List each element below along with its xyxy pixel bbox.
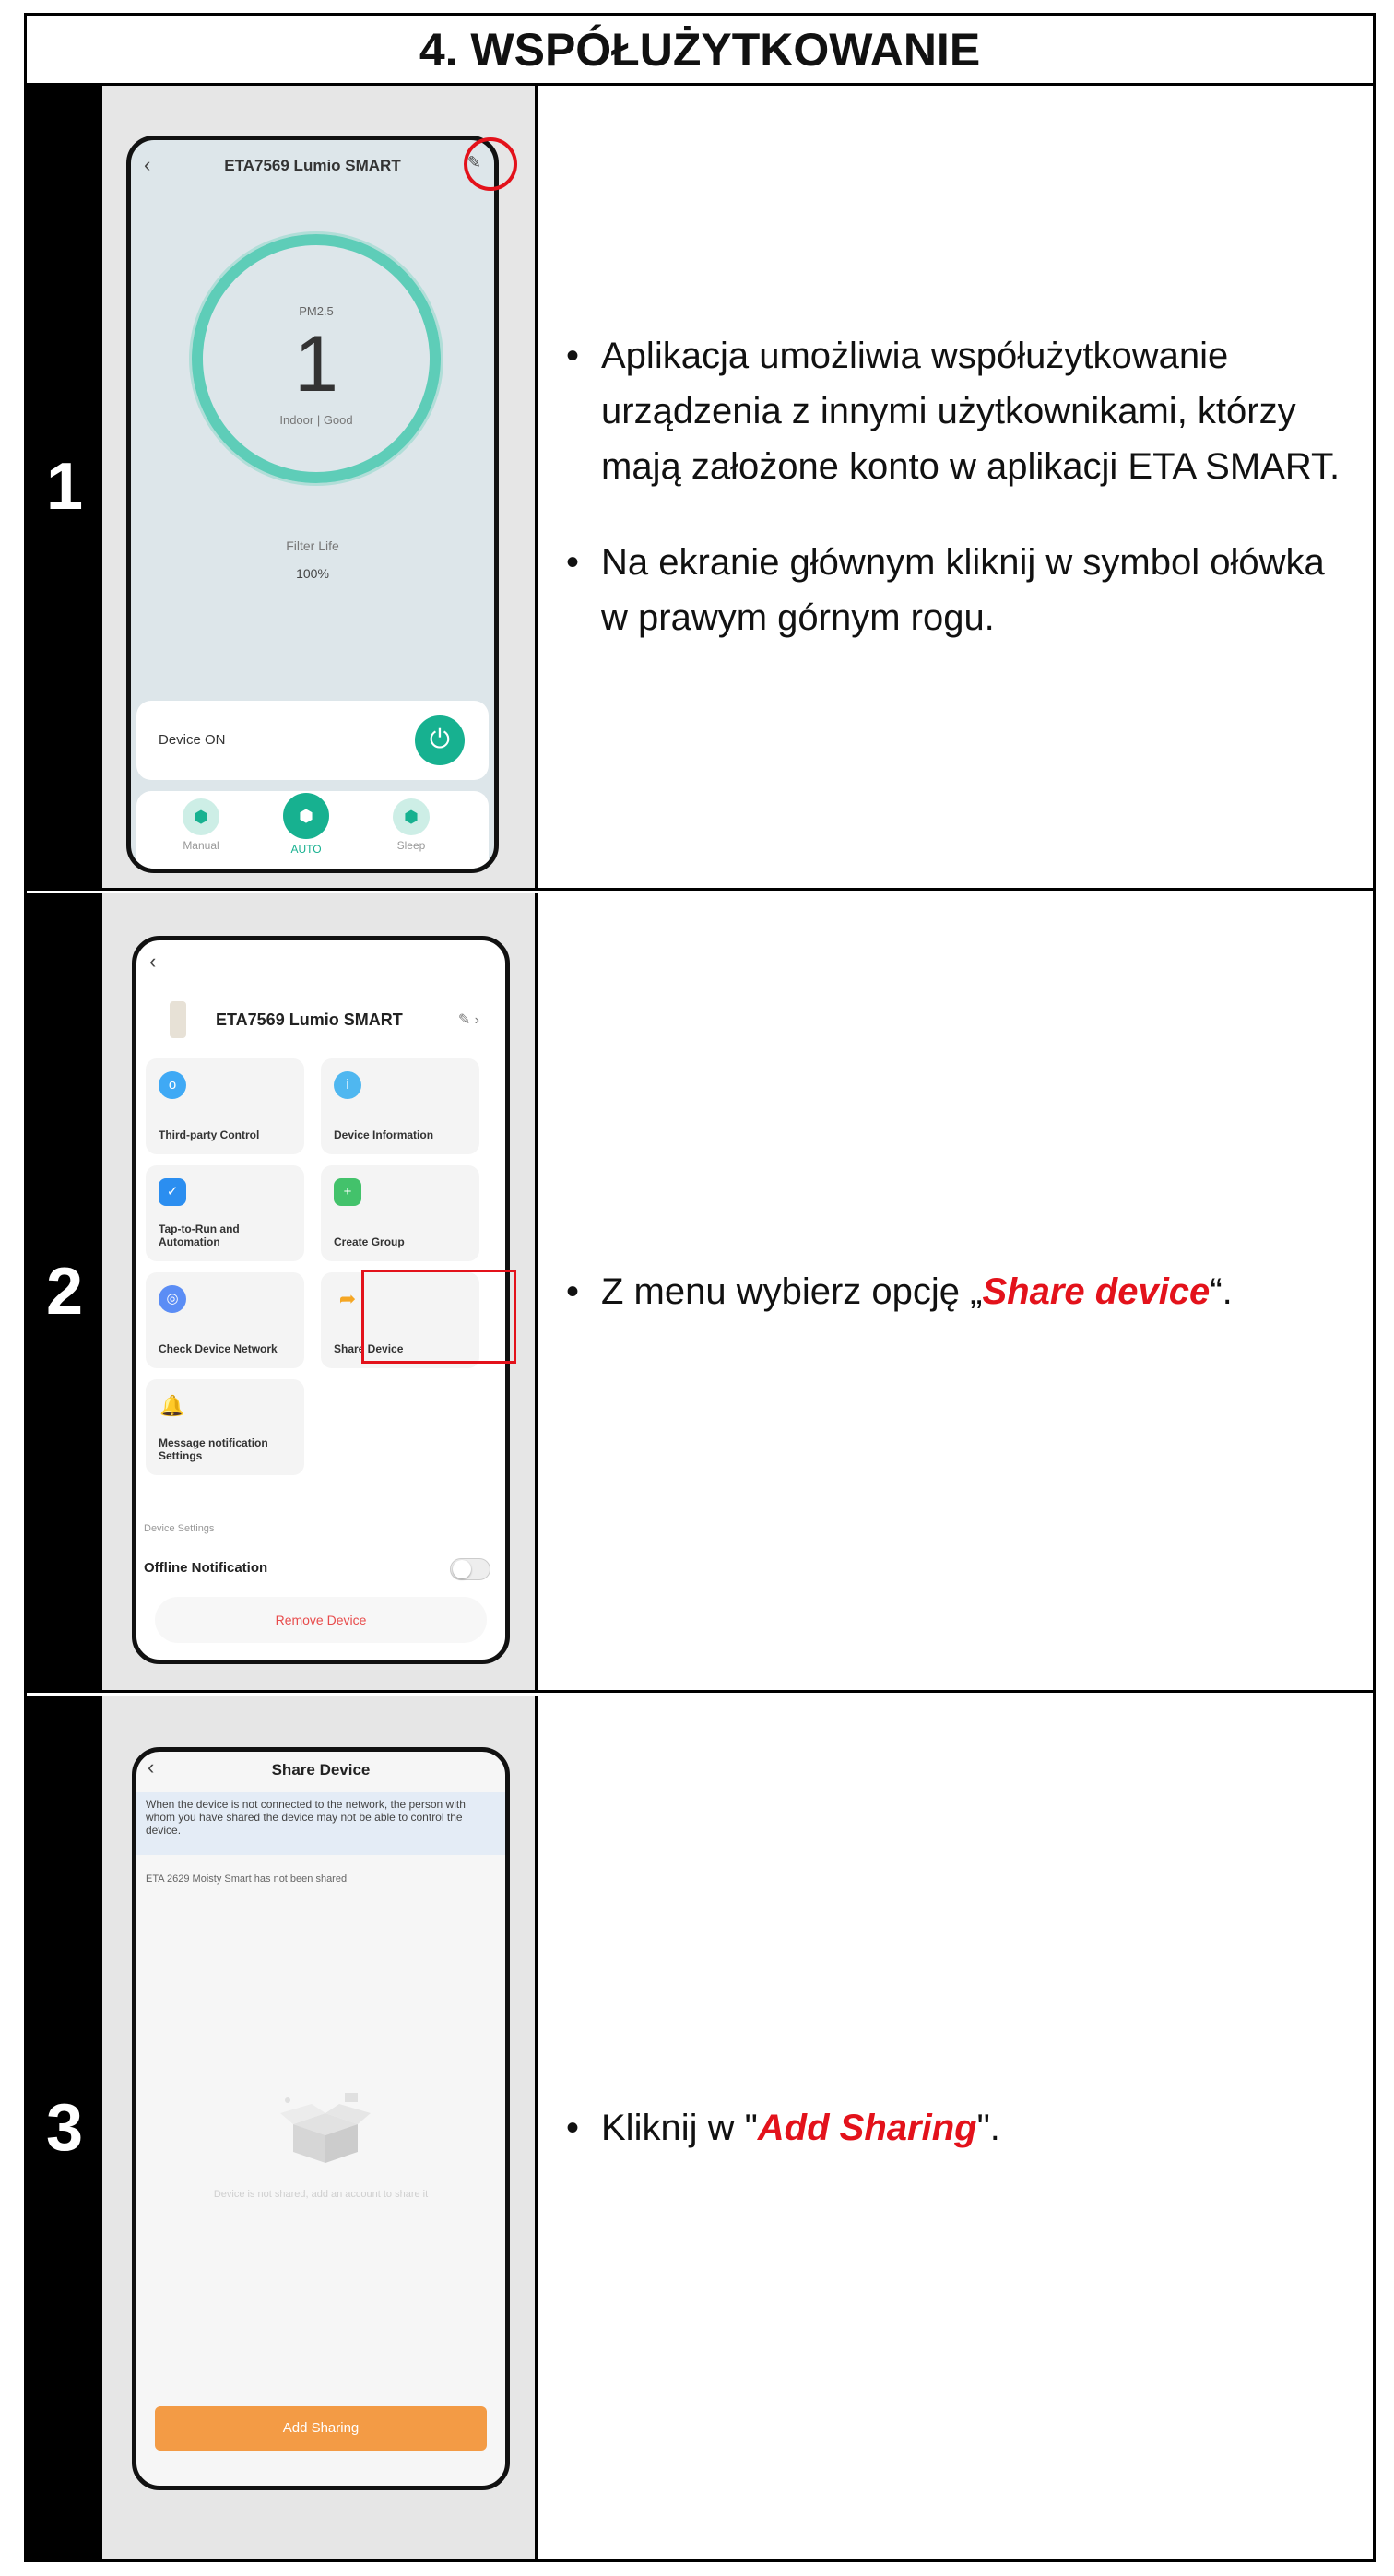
step-number-cell: 2	[27, 893, 102, 1690]
bullet-text: Na ekranie głównym kliknij w symbol ołów…	[601, 542, 1325, 638]
bullet-prefix: Z menu wybierz opcję „	[601, 1271, 983, 1312]
tile-label: Tap-to-Run and Automation	[159, 1223, 240, 1248]
instruction-sheet: 4. WSPÓŁUŻYTKOWANIE 1 ‹ ETA7569 Lumio SM…	[24, 13, 1376, 2562]
device-name: ETA7569 Lumio SMART	[216, 1010, 403, 1029]
tile-third-party-control[interactable]: o Third-party Control	[146, 1058, 304, 1154]
bullet-suffix: ".	[976, 2107, 1000, 2148]
step-text-cell: • Kliknij w "Add Sharing".	[540, 1696, 1373, 2559]
tile-message-notification[interactable]: 🔔 Message notification Settings	[146, 1379, 304, 1475]
hexagon-icon: ⬢	[283, 793, 329, 839]
phone-screen-share: ‹ Share Device When the device is not co…	[132, 1747, 510, 2490]
empty-box-icon	[280, 2093, 371, 2163]
add-sharing-button[interactable]: Add Sharing	[155, 2406, 487, 2451]
bullet-text: Z menu wybierz opcję „Share device“.	[601, 1264, 1233, 1319]
device-thumbnail	[170, 1001, 186, 1038]
bullet-emphasis: Add Sharing	[757, 2107, 977, 2148]
not-shared-text: ETA 2629 Moisty Smart has not been share…	[146, 1873, 348, 1885]
tile-device-information[interactable]: i Device Information	[321, 1058, 479, 1154]
filter-life-label: Filter Life	[286, 538, 339, 553]
mode-sleep[interactable]: ⬢ Sleep	[374, 798, 448, 852]
air-quality-gauge: PM2.5 1 Indoor | Good	[192, 234, 441, 483]
network-icon: ◎	[159, 1285, 186, 1313]
tile-label: Message notification Settings	[159, 1436, 268, 1462]
tile-label: Check Device Network	[159, 1342, 278, 1355]
page-title: 4. WSPÓŁUŻYTKOWANIE	[27, 16, 1373, 86]
highlight-circle	[464, 137, 517, 191]
info-icon: i	[334, 1071, 361, 1099]
bullet-item: • Kliknij w "Add Sharing".	[562, 2100, 1345, 2156]
tile-label: Device Information	[334, 1128, 434, 1141]
filter-life-value: 100%	[296, 566, 329, 581]
highlight-box	[361, 1270, 516, 1364]
tile-tap-to-run[interactable]: ✓ Tap-to-Run and Automation	[146, 1165, 304, 1261]
assistant-icon: o	[159, 1071, 186, 1099]
bullet-dot: •	[566, 542, 580, 583]
step-row-1: 1 ‹ ETA7569 Lumio SMART ✎ PM2.5 1 Indoor…	[27, 86, 1373, 891]
step-number: 2	[45, 1255, 84, 1329]
bullet-emphasis: Share device	[982, 1271, 1211, 1312]
step-row-2: 2 ‹ ETA7569 Lumio SMART ✎ › o Third-part…	[27, 893, 1373, 1693]
step-number-cell: 3	[27, 1696, 102, 2559]
offline-notification-label: Offline Notification	[144, 1560, 268, 1576]
step-row-3: 3 ‹ Share Device When the device is not …	[27, 1696, 1373, 2559]
bullet-item: • Z menu wybierz opcję „Share device“.	[562, 1264, 1345, 1319]
group-add-icon: +	[334, 1178, 361, 1206]
mode-auto[interactable]: ⬢ AUTO	[269, 793, 343, 856]
screen-title: ETA7569 Lumio SMART	[224, 157, 401, 174]
bullet-suffix: “.	[1210, 1271, 1233, 1312]
offline-notification-toggle[interactable]	[450, 1558, 490, 1580]
tile-check-device-network[interactable]: ◎ Check Device Network	[146, 1272, 304, 1368]
tile-create-group[interactable]: + Create Group	[321, 1165, 479, 1261]
bullet-dot: •	[566, 1271, 580, 1312]
hexagon-icon: ⬢	[183, 798, 219, 835]
bullet-text: Kliknij w "Add Sharing".	[601, 2100, 1000, 2156]
mode-manual[interactable]: ⬢ Manual	[164, 798, 238, 852]
bullet-item: • Aplikacja umożliwia współużytkowanie u…	[562, 328, 1345, 494]
device-status-label: Device ON	[159, 732, 226, 748]
section-label: Device Settings	[144, 1523, 215, 1534]
step-screenshot-cell: ‹ Share Device When the device is not co…	[102, 1696, 538, 2559]
power-icon[interactable]: ⏻	[415, 715, 465, 765]
screen-title: Share Device	[271, 1761, 371, 1778]
bullet-prefix: Kliknij w "	[601, 2107, 758, 2148]
pm-label: PM2.5	[299, 304, 334, 318]
step-screenshot-cell: ‹ ETA7569 Lumio SMART ✎ PM2.5 1 Indoor |…	[102, 86, 538, 888]
step-text-cell: • Aplikacja umożliwia współużytkowanie u…	[540, 86, 1373, 888]
pm-value: 1	[294, 320, 338, 408]
bullet-text: Aplikacja umożliwia współużytkowanie urz…	[601, 336, 1341, 487]
remove-device-button[interactable]: Remove Device	[155, 1597, 487, 1643]
mode-bar: ⬢ Manual ⬢ AUTO ⬢ Sleep	[136, 791, 489, 869]
info-banner: When the device is not connected to the …	[136, 1792, 505, 1855]
mode-label: Sleep	[396, 839, 426, 852]
step-screenshot-cell: ‹ ETA7569 Lumio SMART ✎ › o Third-party …	[102, 893, 538, 1690]
pencil-icon[interactable]: ✎ ›	[458, 1010, 479, 1029]
bullet-dot: •	[566, 2107, 580, 2148]
step-number: 3	[45, 2090, 84, 2165]
step-number-cell: 1	[27, 86, 102, 888]
mode-label: AUTO	[290, 843, 322, 856]
bullet-dot: •	[566, 336, 580, 376]
tile-label: Third-party Control	[159, 1128, 260, 1141]
share-arrow-icon: ➦	[338, 1287, 357, 1310]
step-number: 1	[45, 450, 84, 524]
hexagon-icon: ⬢	[393, 798, 430, 835]
phone-screen-home: ‹ ETA7569 Lumio SMART ✎ PM2.5 1 Indoor |…	[126, 136, 499, 873]
back-arrow-icon[interactable]: ‹	[149, 950, 156, 974]
air-status: Indoor | Good	[279, 413, 353, 427]
power-card: Device ON ⏻	[136, 701, 489, 780]
bullet-item: • Na ekranie głównym kliknij w symbol oł…	[562, 535, 1345, 645]
mode-label: Manual	[183, 839, 219, 852]
bell-icon: 🔔	[159, 1394, 185, 1417]
shield-check-icon: ✓	[159, 1178, 186, 1206]
empty-state-text: Device is not shared, add an account to …	[213, 2189, 429, 2200]
tile-label: Create Group	[334, 1235, 405, 1248]
step-text-cell: • Z menu wybierz opcję „Share device“.	[540, 893, 1373, 1690]
